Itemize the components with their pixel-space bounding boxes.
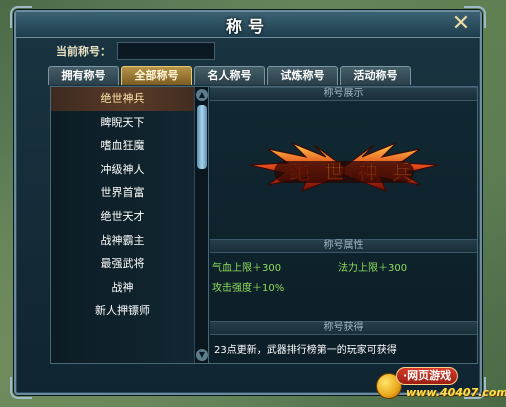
attributes-header: 称号属性: [210, 239, 477, 253]
current-title-label: 当前称号：: [56, 45, 111, 58]
list-item[interactable]: 战神霸主: [51, 229, 208, 253]
title-display-area: 绝 世 神 兵: [210, 101, 477, 239]
list-item[interactable]: 嗜血狂魔: [51, 134, 208, 158]
list-item[interactable]: 新人押镖师: [51, 299, 208, 323]
current-title-row: 当前称号：: [56, 42, 215, 60]
title-detail: 称号展示 绝 世 神 兵 称号属性 气血上限＋300 法力上限＋300 攻击强度…: [210, 87, 477, 363]
tab-all[interactable]: 全部称号: [121, 66, 192, 85]
list-item[interactable]: 世界首富: [51, 181, 208, 205]
title-emblem: 绝 世 神 兵: [249, 142, 439, 192]
emblem-char: 兵: [392, 160, 412, 184]
scroll-thumb[interactable]: [197, 105, 207, 169]
watermark-url: www.40407.com: [406, 386, 506, 399]
close-icon[interactable]: ✕: [450, 13, 472, 36]
tab-trial[interactable]: 试炼称号: [267, 66, 338, 85]
category-tabs: 拥有称号 全部称号 名人称号 试炼称号 活动称号: [48, 66, 413, 85]
attribute-attack: 攻击强度＋10%: [212, 283, 285, 294]
emblem-char: 神: [358, 160, 378, 184]
list-scrollbar[interactable]: ▲ ▼: [194, 87, 208, 363]
window-titlebar: 称号 ✕: [16, 12, 480, 38]
window-title: 称号: [225, 16, 270, 36]
list-item[interactable]: 冲级神人: [51, 158, 208, 182]
frame-corner-bottom-left: [10, 377, 32, 399]
obtain-header: 称号获得: [210, 321, 477, 335]
list-item[interactable]: 战神: [51, 276, 208, 300]
emblem-char: 世: [324, 160, 344, 184]
scroll-up-icon[interactable]: ▲: [196, 89, 208, 101]
attribute-mp: 法力上限＋300: [338, 263, 408, 274]
tab-celebrity[interactable]: 名人称号: [194, 66, 265, 85]
current-title-field[interactable]: [117, 42, 215, 60]
title-window: 称号 ✕ 当前称号： 拥有称号 全部称号 名人称号 试炼称号 活动称号 绝世神兵…: [10, 6, 486, 399]
list-item[interactable]: 绝世神兵: [51, 87, 208, 111]
attribute-hp: 气血上限＋300: [212, 263, 282, 274]
site-watermark: ·网页游戏 www.40407.com: [376, 367, 506, 401]
scroll-down-icon[interactable]: ▼: [196, 349, 208, 361]
tab-owned[interactable]: 拥有称号: [48, 66, 119, 85]
content-panel: 绝世神兵 睥睨天下 嗜血狂魔 冲级神人 世界首富 绝世天才 战神霸主 最强武将 …: [50, 86, 478, 364]
display-header: 称号展示: [210, 87, 477, 101]
list-item[interactable]: 最强武将: [51, 252, 208, 276]
list-item[interactable]: 绝世天才: [51, 205, 208, 229]
tab-event[interactable]: 活动称号: [340, 66, 411, 85]
list-item[interactable]: 睥睨天下: [51, 111, 208, 135]
title-list: 绝世神兵 睥睨天下 嗜血狂魔 冲级神人 世界首富 绝世天才 战神霸主 最强武将 …: [51, 87, 209, 363]
watermark-badge: ·网页游戏: [396, 367, 459, 385]
emblem-char: 绝: [290, 160, 310, 184]
obtain-description: 23点更新，武器排行榜第一的玩家可获得: [214, 345, 397, 356]
